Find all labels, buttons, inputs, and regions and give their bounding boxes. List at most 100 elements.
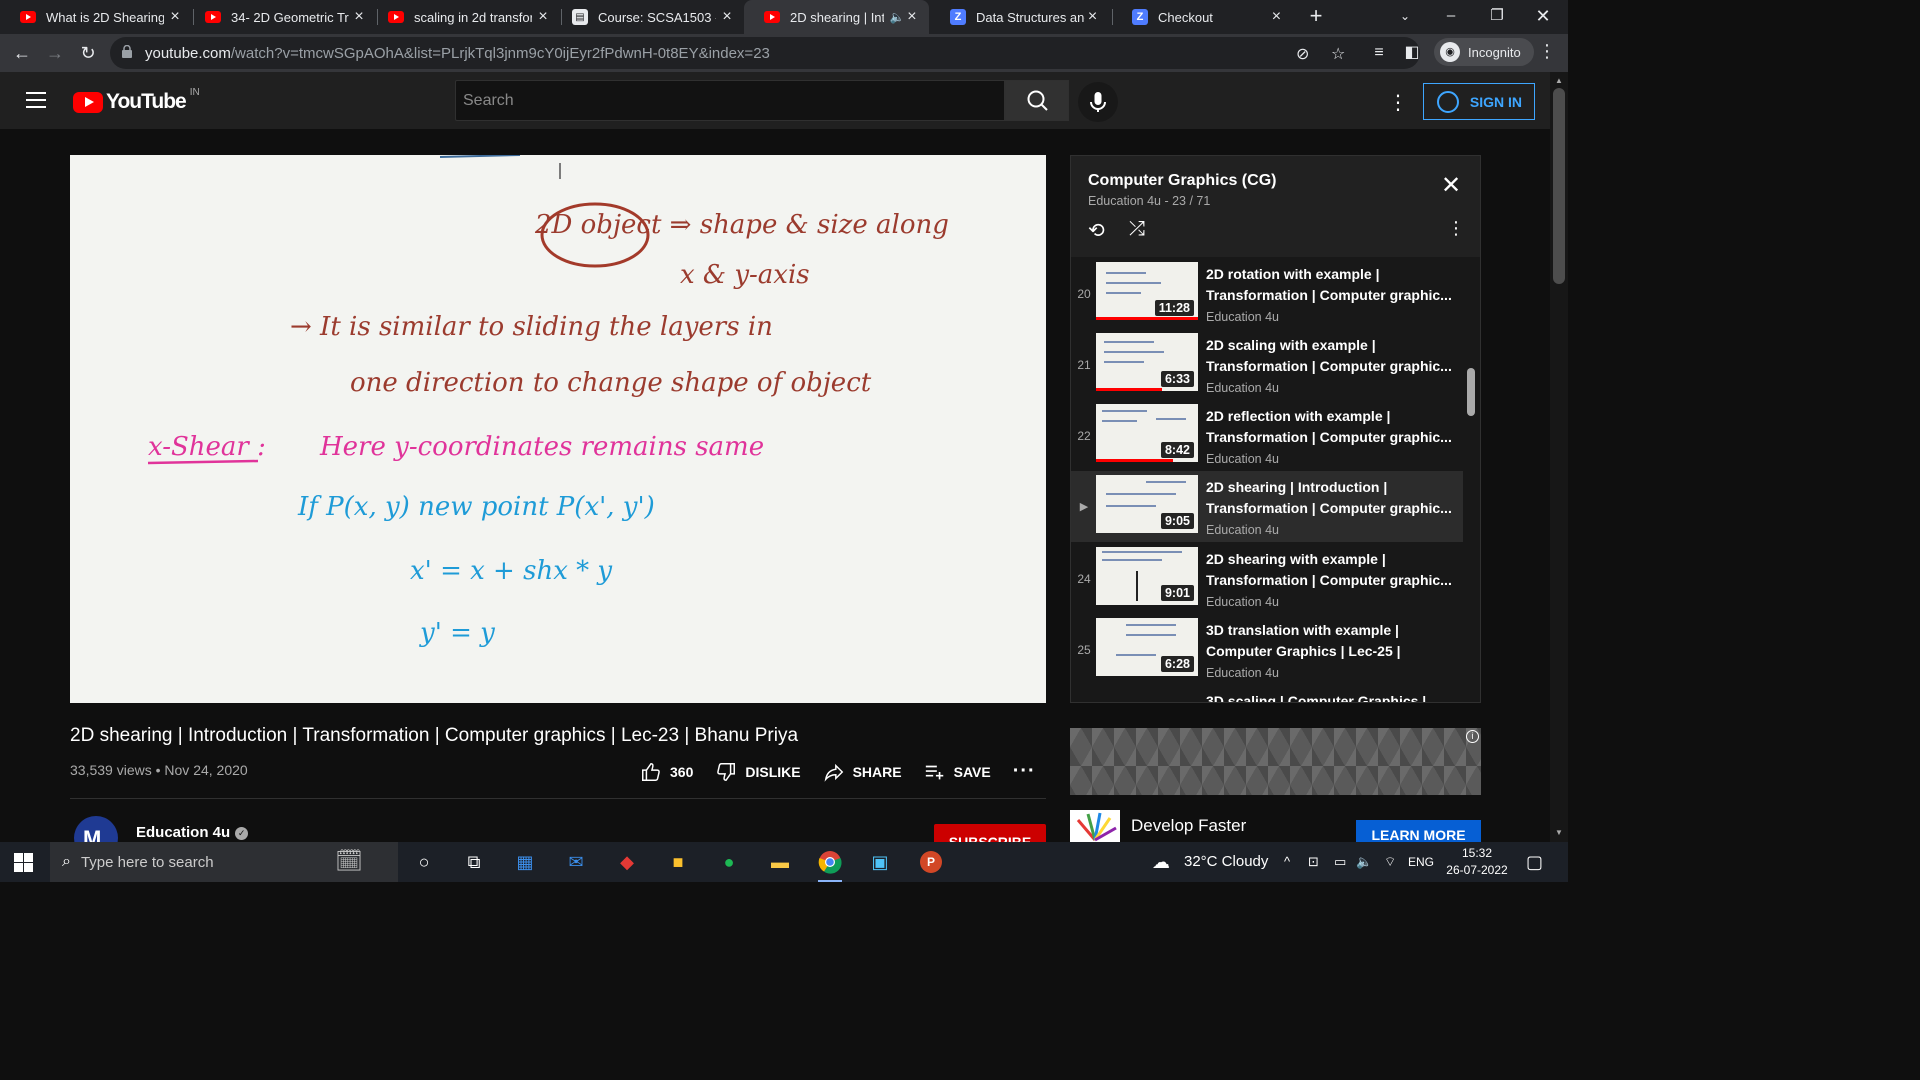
close-tab-icon[interactable]: × <box>905 8 919 26</box>
video-player[interactable]: 2D object ⇒ shape & size along x & y-axi… <box>70 155 1046 703</box>
weather-text[interactable]: 32°C Cloudy <box>1184 842 1268 882</box>
shuffle-icon[interactable]: ⤮ <box>1129 218 1145 241</box>
new-tab-button[interactable]: + <box>1304 4 1328 28</box>
speaker-icon[interactable]: 🔈 <box>890 10 905 24</box>
ad-info-icon[interactable]: i <box>1466 730 1479 743</box>
ad-headline[interactable]: Develop Faster <box>1131 816 1246 836</box>
scroll-down-icon[interactable]: ▼ <box>1555 828 1563 837</box>
playlist-menu-icon[interactable]: ⋮ <box>1447 218 1465 239</box>
app-red-diamond-icon[interactable]: ◆ <box>613 848 641 876</box>
chrome-menu-icon[interactable]: ⋮ <box>1538 41 1556 62</box>
eye-off-icon[interactable]: ⊘ <box>1296 44 1309 64</box>
voice-search-button[interactable] <box>1078 82 1118 122</box>
close-tab-icon[interactable]: × <box>1269 8 1284 26</box>
video-actions: 360 DISLIKE SHARE SAVE ··· <box>640 760 1036 783</box>
playlist-item[interactable]: 25 6:28 3D translation with example | Co… <box>1071 614 1463 685</box>
learn-more-button[interactable]: LEARN MORE <box>1356 820 1481 842</box>
watch-progress <box>1096 317 1198 320</box>
close-tab-icon[interactable]: × <box>1085 8 1100 26</box>
photos-icon[interactable]: ▣ <box>866 848 894 876</box>
chrome-icon[interactable] <box>816 848 844 882</box>
weather-cloud-icon[interactable]: ☁ <box>1152 842 1170 882</box>
playlist-item[interactable]: 24 9:01 2D shearing with example | Trans… <box>1071 543 1463 614</box>
battery-icon[interactable]: ▭ <box>1334 842 1346 882</box>
browser-tab[interactable]: 34- 2D Geometric Tran × <box>185 0 377 34</box>
restore-icon[interactable]: ❐ <box>1474 0 1520 34</box>
sign-in-button[interactable]: SIGN IN <box>1423 83 1535 120</box>
close-playlist-icon[interactable]: ✕ <box>1441 174 1461 198</box>
search-button[interactable] <box>1005 80 1069 121</box>
share-button[interactable]: SHARE <box>823 761 902 783</box>
spotify-icon[interactable]: ● <box>715 848 743 876</box>
media-controls-icon[interactable]: ≡ <box>1364 38 1394 68</box>
close-tab-icon[interactable]: × <box>167 8 183 26</box>
system-clock[interactable]: 15:32 26-07-2022 <box>1442 845 1512 879</box>
browser-tab[interactable]: What is 2D Shearing E × <box>0 0 193 34</box>
wifi-icon[interactable]: ⌔ <box>1384 842 1396 882</box>
search-box <box>455 80 1005 121</box>
search-input[interactable] <box>456 81 1004 120</box>
browser-tab[interactable]: ▤ Course: SCSA1503 - C × <box>552 0 745 34</box>
share-label: SHARE <box>852 763 902 780</box>
minimize-icon[interactable]: – <box>1428 0 1474 34</box>
dislike-button[interactable]: DISLIKE <box>715 761 801 783</box>
tab-strip: What is 2D Shearing E × 34- 2D Geometric… <box>0 0 1568 34</box>
bookmark-star-icon[interactable]: ☆ <box>1331 44 1345 64</box>
playlist-item[interactable]: 20 11:28 2D rotation with example | Tran… <box>1071 258 1463 329</box>
mail-icon[interactable]: ✉ <box>562 848 590 876</box>
loop-icon[interactable]: ⟲ <box>1088 218 1105 243</box>
incognito-profile-button[interactable]: ◉ Incognito <box>1434 38 1534 66</box>
powerpoint-icon[interactable]: P <box>917 848 945 876</box>
volume-icon[interactable]: 🔈 <box>1356 842 1372 882</box>
scrollbar-thumb[interactable] <box>1553 88 1565 284</box>
playlist-item-channel: Education 4u <box>1206 523 1279 537</box>
like-button[interactable]: 360 <box>640 761 693 783</box>
settings-menu-icon[interactable]: ⋮ <box>1388 90 1408 115</box>
side-panel-icon[interactable]: ◧ <box>1397 38 1427 68</box>
playlist-title[interactable]: Computer Graphics (CG) <box>1088 172 1276 190</box>
store-icon[interactable]: ▦ <box>511 848 539 876</box>
playlist-item[interactable]: 21 6:33 2D scaling with example | Transf… <box>1071 329 1463 400</box>
more-actions-icon[interactable]: ··· <box>1013 760 1036 783</box>
duration-badge: 8:42 <box>1160 442 1194 458</box>
close-window-icon[interactable]: ✕ <box>1520 0 1566 34</box>
playlist-item-current[interactable]: ▶ 9:05 2D shearing | Introduction | Tran… <box>1071 471 1463 542</box>
save-button[interactable]: SAVE <box>924 761 991 783</box>
page-scrollbar[interactable]: ▲ ▼ <box>1550 72 1568 842</box>
close-tab-icon[interactable]: × <box>719 8 735 26</box>
file-explorer-icon[interactable]: ▬ <box>766 848 794 876</box>
browser-tab[interactable]: scaling in 2d transform × <box>368 0 561 34</box>
channel-name[interactable]: Education 4u ✓ <box>136 824 249 841</box>
close-tab-icon[interactable]: × <box>351 8 367 26</box>
playlist-scrollbar-thumb[interactable] <box>1467 368 1475 416</box>
windows-start-icon[interactable] <box>14 853 33 872</box>
language-indicator[interactable]: ENG <box>1408 842 1434 882</box>
playlist-item[interactable]: 3D scaling | Computer Graphics | Lec-... <box>1071 685 1463 702</box>
reload-icon[interactable]: ↻ <box>73 38 103 68</box>
address-bar[interactable]: youtube.com/watch?v=tmcwSGpAOhA&list=PLr… <box>110 37 1420 69</box>
network-icon[interactable]: ⊡ <box>1308 842 1319 882</box>
tab-search-icon[interactable]: ⌄ <box>1382 0 1428 34</box>
whiteboard-frame: 2D object ⇒ shape & size along x & y-axi… <box>147 155 949 648</box>
taskbar-search[interactable]: ⌕ Type here to search 🗓 <box>50 842 398 882</box>
browser-tab-active[interactable]: 2D shearing | Intro 🔈 × <box>744 0 929 34</box>
like-count: 360 <box>670 763 694 780</box>
back-icon[interactable]: ← <box>7 38 37 68</box>
task-view-icon[interactable]: ⧉ <box>460 848 488 876</box>
video-thumbnail: 6:28 <box>1096 618 1198 676</box>
sticky-notes-icon[interactable]: ■ <box>664 848 692 876</box>
playlist-item[interactable]: 22 8:42 2D reflection with example | Tra… <box>1071 400 1463 471</box>
scroll-up-icon[interactable]: ▲ <box>1555 76 1563 85</box>
cortana-icon[interactable]: ○ <box>410 848 438 876</box>
tray-chevron-icon[interactable]: ^ <box>1284 842 1290 882</box>
notifications-icon[interactable]: ▢ <box>1526 842 1543 882</box>
youtube-logo[interactable]: YouTube IN <box>73 87 200 114</box>
browser-toolbar: ← → ↻ youtube.com/watch?v=tmcwSGpAOhA&li… <box>0 34 1568 72</box>
ad-banner[interactable] <box>1070 728 1481 795</box>
clock-time: 15:32 <box>1461 846 1493 860</box>
hamburger-menu-icon[interactable] <box>26 92 46 113</box>
forward-icon[interactable]: → <box>40 38 70 68</box>
browser-tab[interactable]: Z Data Structures and A × <box>930 0 1110 34</box>
close-tab-icon[interactable]: × <box>535 8 551 26</box>
browser-tab[interactable]: Z Checkout × <box>1112 0 1294 34</box>
